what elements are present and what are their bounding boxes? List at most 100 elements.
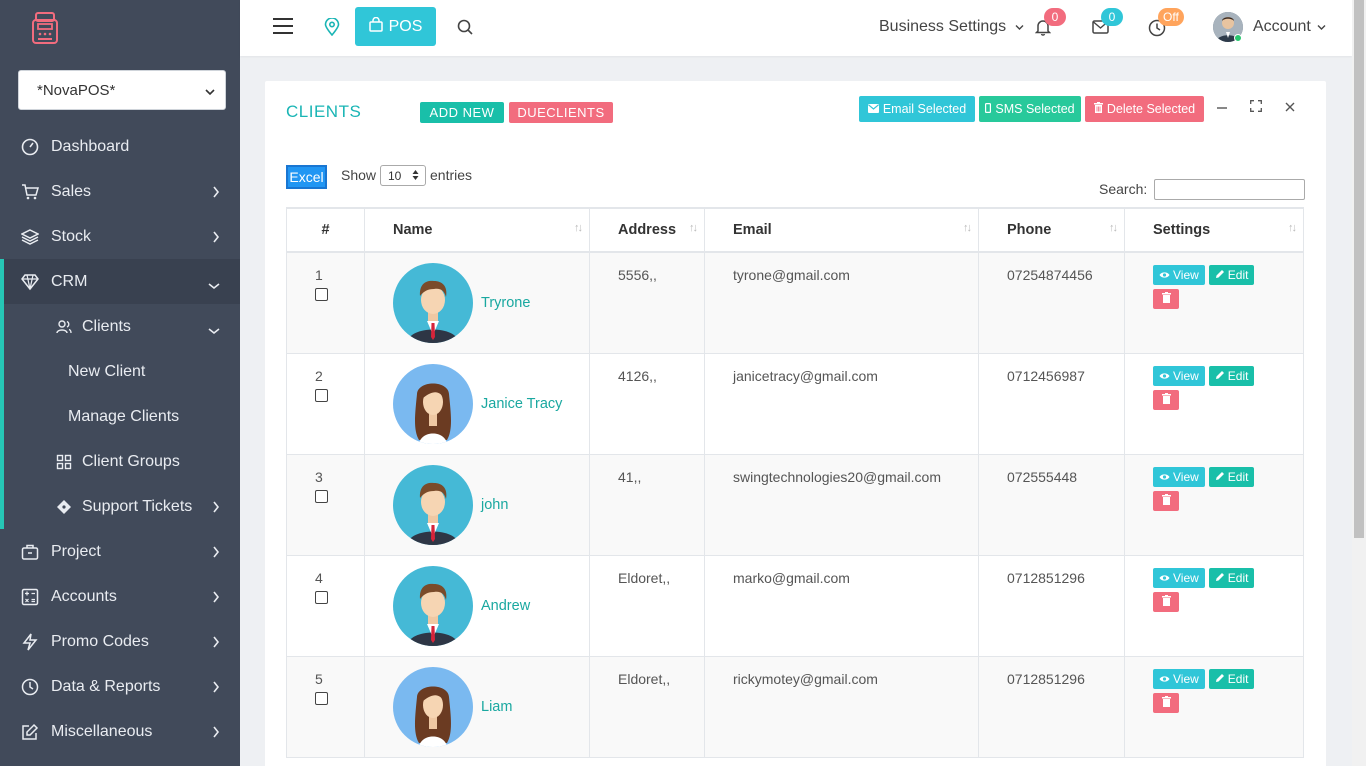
delete-button[interactable] xyxy=(1153,490,1179,511)
add-new-button[interactable]: ADD NEW xyxy=(420,102,504,123)
sidebar-item-crm[interactable]: CRM xyxy=(0,259,240,304)
delete-selected-button[interactable]: Delete Selected xyxy=(1085,96,1204,122)
client-avatar xyxy=(393,263,473,343)
sort-icon: ↑↓ xyxy=(574,222,583,234)
due-clients-button[interactable]: DUECLIENTS xyxy=(509,102,613,123)
app-logo[interactable] xyxy=(0,0,240,56)
delete-button[interactable] xyxy=(1153,289,1179,309)
edit-button-label: Edit xyxy=(1227,268,1249,282)
sidebar-item-label: Project xyxy=(51,542,101,560)
edit-button[interactable]: Edit xyxy=(1208,567,1255,588)
sort-updown-icon xyxy=(412,169,419,184)
sidebar-item-manage-clients[interactable]: Manage Clients xyxy=(4,394,240,439)
sidebar-item-label: New Client xyxy=(68,362,146,380)
sidebar-item-promo-codes[interactable]: Promo Codes xyxy=(0,619,240,664)
sidebar-item-label: Client Groups xyxy=(82,452,180,470)
pencil-icon xyxy=(1215,470,1225,484)
delete-button[interactable] xyxy=(1153,692,1179,713)
sidebar-item-clients[interactable]: Clients xyxy=(4,304,240,349)
minimize-icon[interactable] xyxy=(1217,99,1227,117)
sort-icon: ↑↓ xyxy=(963,222,972,234)
view-button[interactable]: View xyxy=(1153,466,1205,487)
client-name-link[interactable]: john xyxy=(481,497,508,513)
column-header-number[interactable]: # xyxy=(286,207,365,253)
client-email: tyrone@gmail.com xyxy=(704,251,979,354)
client-name-link[interactable]: Andrew xyxy=(481,598,530,614)
row-select-checkbox[interactable] xyxy=(315,288,328,301)
fullscreen-icon[interactable] xyxy=(1250,99,1262,117)
row-select-checkbox[interactable] xyxy=(315,590,328,604)
layers-icon xyxy=(21,228,39,246)
clock-icon xyxy=(21,678,39,696)
business-settings-dropdown[interactable]: Business Settings xyxy=(879,18,1024,36)
email-selected-button[interactable]: Email Selected xyxy=(859,96,975,122)
scrollbar-thumb[interactable] xyxy=(1354,0,1364,538)
delete-button[interactable] xyxy=(1153,389,1179,410)
branch-select[interactable]: *NovaPOS* xyxy=(18,70,226,110)
sidebar-item-label: Sales xyxy=(51,182,92,200)
sidebar-item-new-client[interactable]: New Client xyxy=(4,349,240,394)
client-name-cell: john xyxy=(364,453,590,556)
row-select-checkbox[interactable] xyxy=(315,489,328,503)
sidebar-item-accounts[interactable]: Accounts xyxy=(0,574,240,619)
client-address: 4126,, xyxy=(589,352,705,455)
sidebar-item-support-tickets[interactable]: Support Tickets xyxy=(4,484,240,529)
users-icon xyxy=(56,319,72,335)
view-button[interactable]: View xyxy=(1153,668,1205,689)
client-name-link[interactable]: Tryrone xyxy=(481,295,530,311)
edit-button[interactable]: Edit xyxy=(1208,668,1255,689)
sidebar-item-stock[interactable]: Stock xyxy=(0,214,240,259)
search-icon[interactable] xyxy=(457,19,473,40)
table-header-row: # Name ↑↓ Address ↑↓ Email ↑↓ Phone ↑↓ Setti… xyxy=(286,207,1304,253)
clients-card: CLIENTS ADD NEW DUECLIENTS Email Selecte… xyxy=(265,81,1326,766)
column-header-label: Email xyxy=(733,222,772,238)
edit-button[interactable]: Edit xyxy=(1208,365,1255,386)
ticket-icon xyxy=(56,499,72,515)
account-dropdown[interactable]: Account xyxy=(1213,12,1326,42)
sidebar-item-miscellaneous[interactable]: Miscellaneous xyxy=(0,709,240,754)
location-pin-icon[interactable] xyxy=(324,17,340,41)
client-name-cell: Janice Tracy xyxy=(364,352,590,455)
column-header-email[interactable]: Email ↑↓ xyxy=(704,207,979,253)
sidebar-item-data-reports[interactable]: Data & Reports xyxy=(0,664,240,709)
sidebar-item-client-groups[interactable]: Client Groups xyxy=(4,439,240,484)
pos-button[interactable]: POS xyxy=(355,7,436,46)
view-button[interactable]: View xyxy=(1153,365,1205,386)
close-icon[interactable] xyxy=(1285,99,1295,117)
view-button[interactable]: View xyxy=(1153,567,1205,588)
row-select-checkbox[interactable] xyxy=(315,388,328,402)
delete-button[interactable] xyxy=(1153,591,1179,612)
client-name-link[interactable]: Liam xyxy=(481,699,512,715)
sidebar-item-sales[interactable]: Sales xyxy=(0,169,240,214)
edit-button-label: Edit xyxy=(1227,469,1249,484)
sidebar-item-dashboard[interactable]: Dashboard xyxy=(0,124,240,169)
sidebar-item-label: Stock xyxy=(51,227,92,245)
table-row: 5 Liam Eldoret,, rickymotey@gmail.com 07… xyxy=(286,655,1304,758)
sidebar-item-project[interactable]: Project xyxy=(0,529,240,574)
edit-icon xyxy=(21,723,39,741)
business-settings-label: Business Settings xyxy=(879,18,1007,35)
sidebar-item-label: Accounts xyxy=(51,587,117,605)
table-search-input[interactable] xyxy=(1154,179,1305,200)
page-scrollbar[interactable] xyxy=(1352,0,1366,766)
sms-selected-button[interactable]: SMS Selected xyxy=(979,96,1081,122)
row-number-cell: 5 xyxy=(286,655,365,758)
edit-button[interactable]: Edit xyxy=(1208,466,1255,487)
column-header-settings[interactable]: Settings ↑↓ xyxy=(1124,207,1304,253)
chevron-down-icon xyxy=(208,322,220,340)
column-header-name[interactable]: Name ↑↓ xyxy=(364,207,590,253)
column-header-address[interactable]: Address ↑↓ xyxy=(589,207,705,253)
excel-export-button[interactable]: Excel xyxy=(286,165,327,189)
edit-button[interactable]: Edit xyxy=(1208,265,1255,285)
client-name-link[interactable]: Janice Tracy xyxy=(481,396,562,412)
column-header-phone[interactable]: Phone ↑↓ xyxy=(978,207,1125,253)
eye-icon xyxy=(1159,672,1170,686)
row-number: 1 xyxy=(315,267,323,283)
view-button[interactable]: View xyxy=(1153,265,1205,285)
menu-toggle-icon[interactable] xyxy=(273,18,293,34)
row-select-checkbox[interactable] xyxy=(315,691,328,705)
client-avatar xyxy=(393,666,473,747)
chevron-down-icon xyxy=(1317,18,1326,36)
entries-per-page-select[interactable]: 10 xyxy=(380,165,426,186)
client-address: Eldoret,, xyxy=(589,554,705,657)
